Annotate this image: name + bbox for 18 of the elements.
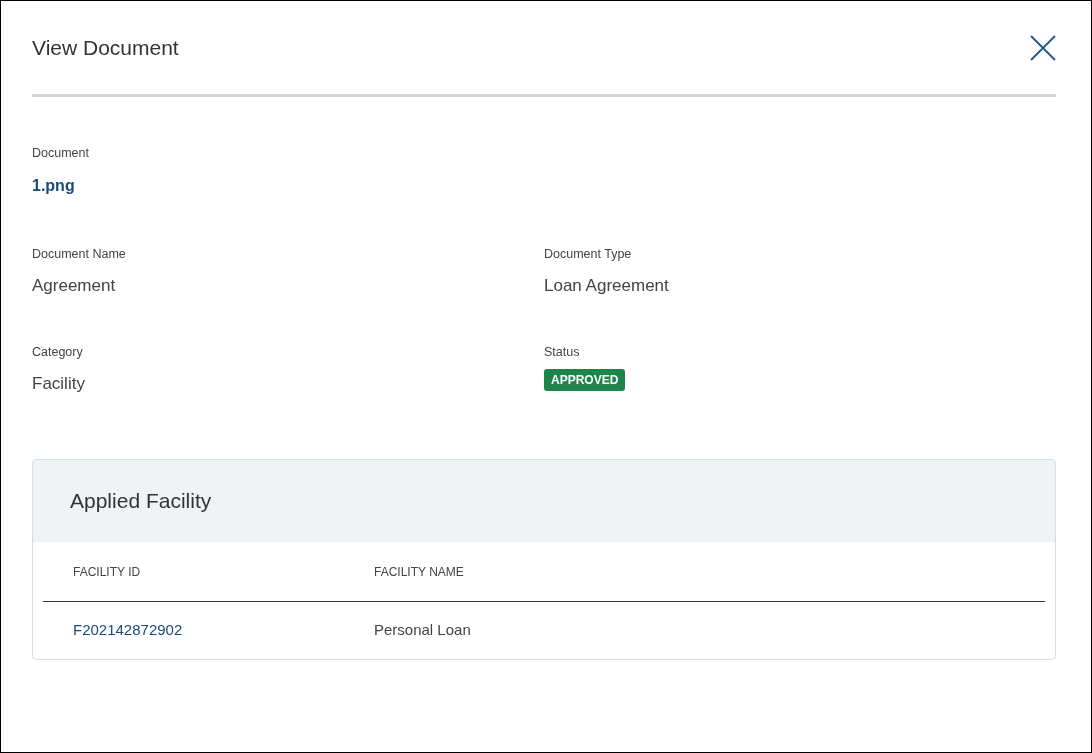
field-value: Loan Agreement [544,275,670,297]
field-label: Document Type [544,246,633,263]
table-cell-text: Personal Loan [374,621,472,638]
column-header: FACILITY ID [73,564,142,579]
facility-id-link[interactable]: F202142872902 [73,621,183,638]
field-value: Agreement [32,275,117,297]
close-button[interactable] [1030,34,1056,61]
field-label: Document Name [32,246,127,263]
field-label: Status [544,344,581,361]
field-label: Document [32,145,90,162]
dialog-title: View Document [32,35,179,60]
status-badge: APPROVED [544,369,626,391]
field-value: Facility [32,373,86,395]
column-header: FACILITY NAME [374,564,465,579]
close-icon [1030,34,1056,61]
document-link[interactable]: 1.png [32,175,1056,197]
field-label: Category [32,344,84,361]
card-title: Applied Facility [70,489,212,513]
